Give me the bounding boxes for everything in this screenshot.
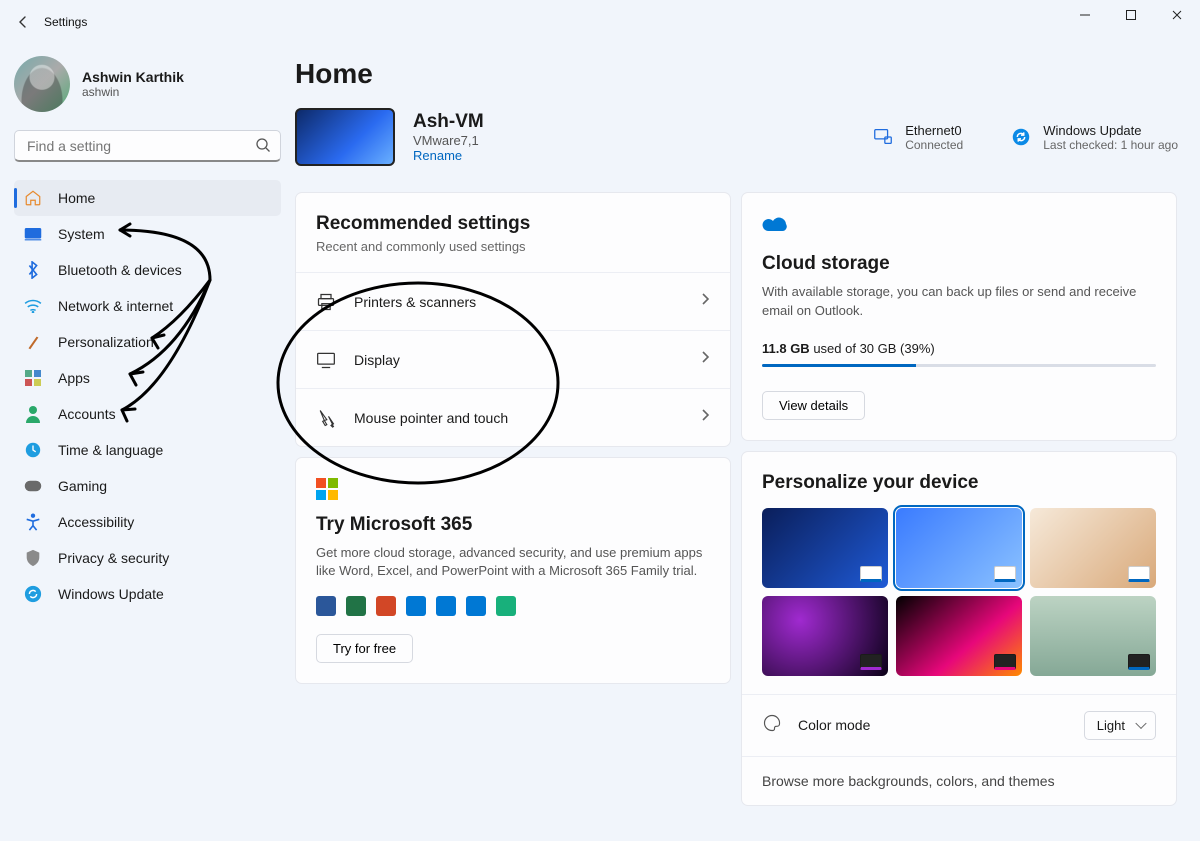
apps-icon <box>24 369 42 387</box>
recommended-subtitle: Recent and commonly used settings <box>316 239 710 254</box>
sidebar-item-accounts[interactable]: Accounts <box>14 396 281 432</box>
network-icon <box>24 297 42 315</box>
sidebar-item-label: Network & internet <box>58 298 173 314</box>
cloud-icon <box>762 213 1156 239</box>
microsoft-logo-icon <box>316 478 338 500</box>
cloud-card: Cloud storage With available storage, yo… <box>741 192 1177 441</box>
sidebar-item-personalization[interactable]: Personalization <box>14 324 281 360</box>
user-handle: ashwin <box>82 85 184 99</box>
recommended-display[interactable]: Display <box>296 330 730 388</box>
sidebar-item-label: Privacy & security <box>58 550 169 566</box>
view-details-button[interactable]: View details <box>762 391 865 420</box>
search-icon <box>255 137 271 158</box>
sidebar-item-label: Bluetooth & devices <box>58 262 182 278</box>
m365-desc: Get more cloud storage, advanced securit… <box>316 544 710 580</box>
close-button[interactable] <box>1154 0 1200 30</box>
sidebar-item-label: System <box>58 226 105 242</box>
browse-themes-link[interactable]: Browse more backgrounds, colors, and the… <box>762 773 1156 789</box>
color-mode-label: Color mode <box>798 717 1070 733</box>
sidebar-item-system[interactable]: System <box>14 216 281 252</box>
sidebar-item-apps[interactable]: Apps <box>14 360 281 396</box>
recommended-printers-scanners[interactable]: Printers & scanners <box>296 272 730 330</box>
personalize-card: Personalize your device Color mode Light… <box>741 451 1177 806</box>
system-icon <box>24 225 42 243</box>
sidebar-item-gaming[interactable]: Gaming <box>14 468 281 504</box>
sidebar-item-privacy-security[interactable]: Privacy & security <box>14 540 281 576</box>
theme-option-2[interactable] <box>896 508 1022 588</box>
bluetooth-icon <box>24 261 42 279</box>
recommended-title: Recommended settings <box>316 213 710 235</box>
theme-option-3[interactable] <box>1030 508 1156 588</box>
privacy-icon <box>24 549 42 567</box>
storage-text: 11.8 GB used of 30 GB (39%) <box>762 341 1156 356</box>
update-icon <box>24 585 42 603</box>
avatar <box>14 56 70 112</box>
m365-heading: Try Microsoft 365 <box>316 514 710 536</box>
recommended-mouse-pointer-and-touch[interactable]: Mouse pointer and touch <box>296 388 730 446</box>
device-name: Ash-VM <box>413 111 484 133</box>
rename-link[interactable]: Rename <box>413 148 484 163</box>
color-mode-select[interactable]: Light <box>1084 711 1156 740</box>
storage-bar <box>762 364 1156 367</box>
cloud-heading: Cloud storage <box>762 253 1156 275</box>
personalize-icon <box>24 333 42 351</box>
sidebar-item-label: Home <box>58 190 95 206</box>
chevron-right-icon <box>700 350 710 369</box>
chevron-right-icon <box>700 292 710 311</box>
cloud-desc: With available storage, you can back up … <box>762 283 1156 321</box>
search-input[interactable] <box>14 130 281 162</box>
sidebar-item-home[interactable]: Home <box>14 180 281 216</box>
user-name: Ashwin Karthik <box>82 69 184 85</box>
sidebar-item-network-internet[interactable]: Network & internet <box>14 288 281 324</box>
sidebar-item-label: Accounts <box>58 406 116 422</box>
palette-icon <box>762 713 784 738</box>
window-title: Settings <box>44 15 87 29</box>
minimize-button[interactable] <box>1062 0 1108 30</box>
sidebar-item-label: Apps <box>58 370 90 386</box>
sidebar-item-accessibility[interactable]: Accessibility <box>14 504 281 540</box>
device-model: VMware7,1 <box>413 133 484 148</box>
mouse-icon <box>316 408 336 428</box>
theme-option-4[interactable] <box>762 596 888 676</box>
theme-option-5[interactable] <box>896 596 1022 676</box>
sync-icon <box>1009 125 1033 149</box>
sidebar-item-label: Windows Update <box>58 586 164 602</box>
try-free-button[interactable]: Try for free <box>316 634 413 663</box>
accounts-icon <box>24 405 42 423</box>
recommended-card: Recommended settings Recent and commonly… <box>295 192 731 447</box>
m365-card: Try Microsoft 365 Get more cloud storage… <box>295 457 731 684</box>
ethernet-icon <box>871 125 895 149</box>
user-profile[interactable]: Ashwin Karthik ashwin <box>14 52 281 130</box>
sidebar-item-bluetooth-devices[interactable]: Bluetooth & devices <box>14 252 281 288</box>
maximize-button[interactable] <box>1108 0 1154 30</box>
accessibility-icon <box>24 513 42 531</box>
update-status[interactable]: Windows Update Last checked: 1 hour ago <box>1009 123 1178 152</box>
sidebar-item-time-language[interactable]: Time & language <box>14 432 281 468</box>
printer-icon <box>316 292 336 312</box>
back-button[interactable] <box>8 7 38 37</box>
personalize-heading: Personalize your device <box>762 472 1156 494</box>
chevron-right-icon <box>700 408 710 427</box>
network-status[interactable]: Ethernet0 Connected <box>871 123 963 152</box>
home-icon <box>24 189 42 207</box>
sidebar-item-label: Personalization <box>58 334 154 350</box>
gaming-icon <box>24 477 42 495</box>
sidebar-item-windows-update[interactable]: Windows Update <box>14 576 281 612</box>
display-icon <box>316 351 336 369</box>
page-title: Home <box>295 58 1178 90</box>
device-thumbnail <box>295 108 395 166</box>
theme-option-6[interactable] <box>1030 596 1156 676</box>
time-icon <box>24 441 42 459</box>
m365-app-icons <box>316 596 710 616</box>
theme-option-1[interactable] <box>762 508 888 588</box>
sidebar-item-label: Time & language <box>58 442 163 458</box>
sidebar-item-label: Gaming <box>58 478 107 494</box>
sidebar-item-label: Accessibility <box>58 514 134 530</box>
